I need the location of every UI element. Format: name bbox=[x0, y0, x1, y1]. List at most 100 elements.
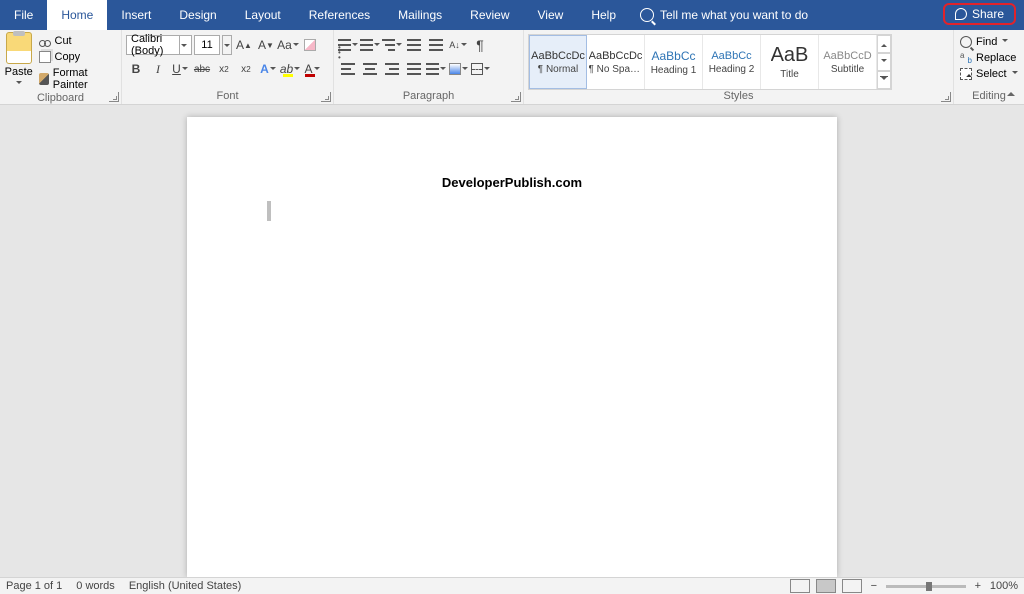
replace-button[interactable]: Replace bbox=[958, 51, 1020, 65]
style-preview: AaBbCc bbox=[711, 50, 751, 62]
ribbon-tabs: File Home Insert Design Layout Reference… bbox=[0, 0, 1024, 30]
tab-view[interactable]: View bbox=[524, 0, 578, 30]
multilevel-icon bbox=[382, 39, 395, 51]
show-marks-button[interactable]: ¶ bbox=[470, 35, 490, 55]
style-item-heading-2[interactable]: AaBbCc Heading 2 bbox=[703, 35, 761, 89]
document-area: DeveloperPublish.com bbox=[0, 105, 1024, 577]
style-name: Heading 2 bbox=[709, 64, 755, 75]
increase-indent-button[interactable] bbox=[426, 35, 446, 55]
tab-review[interactable]: Review bbox=[456, 0, 523, 30]
clipboard-launcher[interactable] bbox=[109, 92, 119, 102]
line-spacing-button[interactable] bbox=[426, 59, 446, 79]
tab-mailings[interactable]: Mailings bbox=[384, 0, 456, 30]
align-left-button[interactable] bbox=[338, 59, 358, 79]
text-effects-button[interactable]: A bbox=[258, 59, 278, 79]
status-words[interactable]: 0 words bbox=[76, 580, 115, 592]
styles-down-button[interactable] bbox=[877, 53, 891, 71]
strikethrough-button[interactable]: abc bbox=[192, 59, 212, 79]
sort-button[interactable]: A↓ bbox=[448, 35, 468, 55]
font-size-dropdown[interactable] bbox=[222, 35, 232, 55]
replace-label: Replace bbox=[976, 52, 1016, 64]
styles-launcher[interactable] bbox=[941, 92, 951, 102]
font-color-button[interactable]: A bbox=[302, 59, 322, 79]
font-launcher[interactable] bbox=[321, 92, 331, 102]
styles-up-button[interactable] bbox=[877, 35, 891, 53]
zoom-level[interactable]: 100% bbox=[990, 580, 1018, 592]
tell-me-search[interactable]: Tell me what you want to do bbox=[640, 0, 808, 30]
text-cursor bbox=[267, 201, 271, 221]
shading-icon bbox=[449, 63, 461, 75]
group-styles: AaBbCcDc¶ NormalAaBbCcDc¶ No Spac...AaBb… bbox=[524, 30, 954, 104]
align-left-icon bbox=[341, 63, 355, 75]
decrease-indent-button[interactable] bbox=[404, 35, 424, 55]
numbering-button[interactable] bbox=[360, 35, 380, 55]
style-item-title[interactable]: AaBTitle bbox=[761, 35, 819, 89]
tab-file[interactable]: File bbox=[0, 0, 47, 30]
paste-button[interactable]: Paste bbox=[4, 32, 34, 90]
tab-layout[interactable]: Layout bbox=[231, 0, 295, 30]
web-layout-button[interactable] bbox=[842, 579, 862, 593]
superscript-button[interactable]: x2 bbox=[236, 59, 256, 79]
status-page[interactable]: Page 1 of 1 bbox=[6, 580, 62, 592]
underline-button[interactable]: U bbox=[170, 59, 190, 79]
align-right-button[interactable] bbox=[382, 59, 402, 79]
highlight-button[interactable]: ab bbox=[280, 59, 300, 79]
select-dropdown[interactable] bbox=[1011, 68, 1018, 80]
share-button[interactable]: Share bbox=[943, 3, 1016, 25]
page[interactable]: DeveloperPublish.com bbox=[187, 117, 837, 577]
find-label: Find bbox=[976, 36, 997, 48]
font-size-select[interactable]: 11 bbox=[194, 35, 220, 55]
justify-button[interactable] bbox=[404, 59, 424, 79]
cut-label: Cut bbox=[55, 35, 72, 47]
numbering-icon bbox=[360, 39, 373, 51]
print-layout-button[interactable] bbox=[816, 579, 836, 593]
subscript-button[interactable]: x2 bbox=[214, 59, 234, 79]
read-mode-button[interactable] bbox=[790, 579, 810, 593]
style-item---normal[interactable]: AaBbCcDc¶ Normal bbox=[529, 35, 587, 89]
change-case-button[interactable]: Aa bbox=[278, 35, 298, 55]
clear-formatting-button[interactable] bbox=[300, 35, 320, 55]
zoom-out-button[interactable]: − bbox=[868, 580, 880, 592]
paste-dropdown[interactable] bbox=[4, 78, 34, 90]
outdent-icon bbox=[407, 39, 421, 51]
tab-help[interactable]: Help bbox=[577, 0, 630, 30]
style-preview: AaBbCc bbox=[651, 49, 695, 63]
bold-button[interactable]: B bbox=[126, 59, 146, 79]
style-item-heading-1[interactable]: AaBbCcHeading 1 bbox=[645, 35, 703, 89]
grow-font-button[interactable]: A▲ bbox=[234, 35, 254, 55]
group-clipboard: Paste Cut Copy Format Painter Clipboard bbox=[0, 30, 122, 104]
align-center-button[interactable] bbox=[360, 59, 380, 79]
style-item---no-spac---[interactable]: AaBbCcDc¶ No Spac... bbox=[587, 35, 645, 89]
paste-label: Paste bbox=[4, 66, 34, 78]
find-dropdown[interactable] bbox=[1001, 36, 1008, 48]
tab-home[interactable]: Home bbox=[47, 0, 107, 30]
style-preview: AaBbCcDc bbox=[531, 50, 585, 62]
select-button[interactable]: Select bbox=[958, 67, 1020, 81]
zoom-in-button[interactable]: + bbox=[972, 580, 984, 592]
zoom-slider[interactable] bbox=[886, 585, 966, 588]
style-item-subtitle[interactable]: AaBbCcDSubtitle bbox=[819, 35, 877, 89]
font-name-value: Calibri (Body) bbox=[131, 33, 179, 57]
paragraph-launcher[interactable] bbox=[511, 92, 521, 102]
group-font: Calibri (Body) 11 A▲ A▼ Aa B I U bbox=[122, 30, 334, 104]
shrink-font-button[interactable]: A▼ bbox=[256, 35, 276, 55]
tab-design[interactable]: Design bbox=[165, 0, 230, 30]
font-name-select[interactable]: Calibri (Body) bbox=[126, 35, 192, 55]
collapse-ribbon-button[interactable] bbox=[1004, 86, 1018, 100]
find-button[interactable]: Find bbox=[958, 35, 1020, 49]
status-language[interactable]: English (United States) bbox=[129, 580, 242, 592]
italic-button[interactable]: I bbox=[148, 59, 168, 79]
borders-icon bbox=[471, 63, 483, 75]
borders-button[interactable] bbox=[470, 59, 490, 79]
styles-more-button[interactable] bbox=[877, 71, 891, 89]
bullets-button[interactable] bbox=[338, 35, 358, 55]
format-painter-button[interactable]: Format Painter bbox=[37, 66, 118, 92]
copy-label: Copy bbox=[55, 51, 81, 63]
shading-button[interactable] bbox=[448, 59, 468, 79]
tab-references[interactable]: References bbox=[295, 0, 384, 30]
copy-button[interactable]: Copy bbox=[37, 50, 118, 64]
multilevel-button[interactable] bbox=[382, 35, 402, 55]
tab-insert[interactable]: Insert bbox=[107, 0, 165, 30]
cut-button[interactable]: Cut bbox=[37, 34, 118, 48]
font-group-label: Font bbox=[126, 90, 329, 104]
